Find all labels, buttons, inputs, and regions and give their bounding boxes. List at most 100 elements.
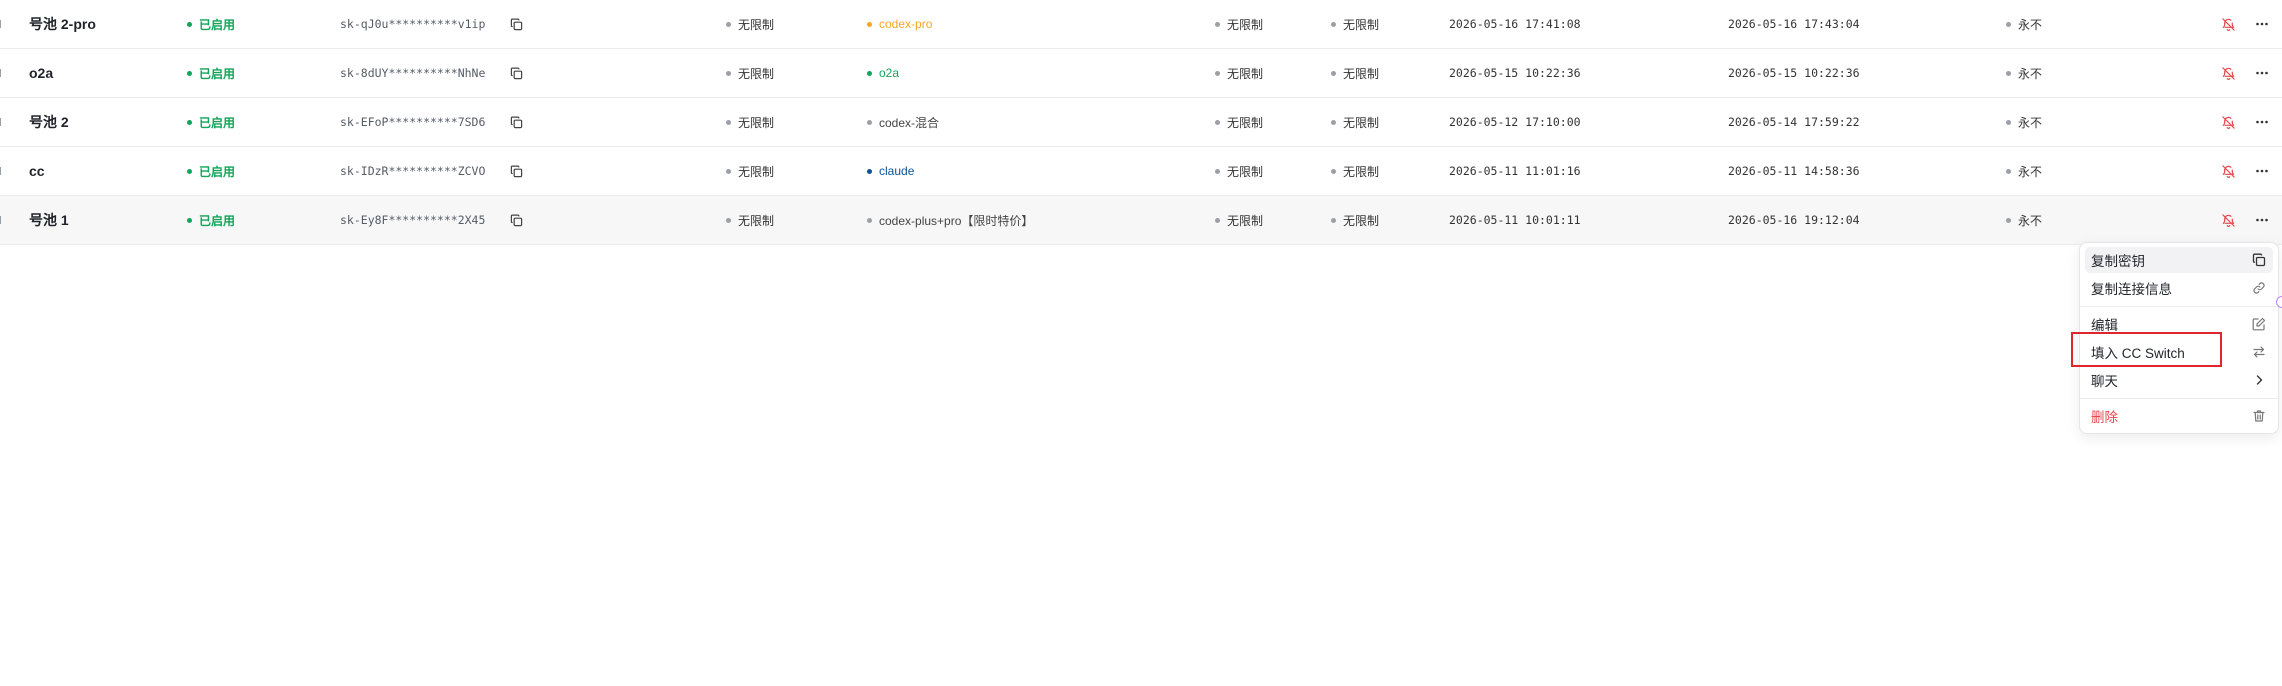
status-dot: [187, 70, 192, 76]
bell-off-icon[interactable]: [2219, 49, 2237, 97]
swap-icon: [2251, 344, 2267, 360]
group-label: codex-混合: [879, 115, 940, 130]
bell-off-icon[interactable]: [2219, 98, 2237, 146]
group-dot: [867, 119, 872, 125]
limit-a-value: 无限制: [1215, 0, 1263, 48]
menu-item-copy-key[interactable]: 复制密钥: [2085, 247, 2273, 273]
status-badge: 已启用: [187, 196, 235, 244]
quota-value: 无限制: [726, 147, 774, 195]
limit-b-dot: [1331, 70, 1336, 76]
limit-b-dot: [1331, 119, 1336, 125]
menu-item-edit[interactable]: 编辑: [2085, 311, 2273, 337]
last-used-time: 2026-05-15 10:22:36: [1728, 66, 1860, 80]
table-row[interactable]: o2a 已启用 sk-8dUY**********NhNe 无限制 o2a 无限…: [0, 49, 2282, 98]
status-dot: [187, 168, 192, 174]
expires-dot: [2006, 119, 2011, 125]
group-dot: [867, 70, 872, 76]
expires-dot: [2006, 70, 2011, 76]
status-badge: 已启用: [187, 0, 235, 48]
quota-dot: [726, 119, 731, 125]
quota-dot: [726, 168, 731, 174]
limit-a-dot: [1215, 217, 1220, 223]
key-name: 号池 2-pro: [29, 16, 96, 32]
copy-icon[interactable]: [507, 196, 525, 244]
created-time: 2026-05-11 10:01:11: [1449, 213, 1581, 227]
limit-a-label: 无限制: [1227, 17, 1264, 32]
expires-value: 永不: [2006, 196, 2042, 244]
edit-icon: [2251, 316, 2267, 332]
group-tag: codex-混合: [867, 98, 939, 146]
bell-off-icon[interactable]: [2219, 147, 2237, 195]
expires-label: 永不: [2018, 164, 2043, 179]
row-actions-menu: 复制密钥 复制连接信息 编辑 填入 CC Switch 聊天 删除: [2079, 242, 2279, 434]
copy-icon[interactable]: [507, 98, 525, 146]
copy-icon: [2251, 252, 2267, 268]
status-dot: [187, 217, 192, 223]
status-label: 已启用: [199, 164, 236, 179]
limit-a-label: 无限制: [1227, 66, 1264, 81]
status-label: 已启用: [199, 115, 236, 130]
expires-value: 永不: [2006, 0, 2042, 48]
table-row[interactable]: 号池 2-pro 已启用 sk-qJ0u**********v1ip 无限制 c…: [0, 0, 2282, 49]
more-horizontal-icon[interactable]: [2253, 98, 2271, 146]
bell-off-icon[interactable]: [2219, 0, 2237, 48]
group-dot: [867, 168, 872, 174]
menu-divider: [2080, 398, 2278, 399]
expires-value: 永不: [2006, 147, 2042, 195]
group-label: codex-pro: [879, 17, 933, 31]
api-key-masked: sk-IDzR**********ZCVO: [340, 164, 486, 178]
more-horizontal-icon[interactable]: [2253, 0, 2271, 48]
more-horizontal-icon[interactable]: [2253, 196, 2271, 244]
quota-dot: [726, 70, 731, 76]
limit-b-label: 无限制: [1343, 213, 1380, 228]
copy-icon[interactable]: [507, 49, 525, 97]
expires-dot: [2006, 168, 2011, 174]
more-horizontal-icon[interactable]: [2253, 49, 2271, 97]
copy-icon[interactable]: [507, 147, 525, 195]
limit-a-value: 无限制: [1215, 196, 1263, 244]
table-row[interactable]: 号池 2 已启用 sk-EFoP**********7SD6 无限制 codex…: [0, 98, 2282, 147]
link-icon: [2251, 280, 2267, 296]
expires-label: 永不: [2018, 66, 2043, 81]
key-name: 号池 2: [29, 114, 69, 130]
menu-item-chat[interactable]: 聊天: [2085, 367, 2273, 393]
more-horizontal-icon[interactable]: [2253, 147, 2271, 195]
menu-item-label: 删除: [2091, 410, 2118, 425]
quota-value: 无限制: [726, 0, 774, 48]
limit-a-dot: [1215, 168, 1220, 174]
last-used-time: 2026-05-16 19:12:04: [1728, 213, 1860, 227]
table-row[interactable]: 号池 1 已启用 sk-Ey8F**********2X45 无限制 codex…: [0, 196, 2282, 245]
menu-divider: [2080, 306, 2278, 307]
bell-off-icon[interactable]: [2219, 196, 2237, 244]
copy-icon[interactable]: [507, 0, 525, 48]
trash-icon: [2251, 408, 2267, 424]
row-edge-marker: [0, 216, 4, 224]
created-time: 2026-05-16 17:41:08: [1449, 17, 1581, 31]
limit-b-value: 无限制: [1331, 49, 1379, 97]
table-row[interactable]: cc 已启用 sk-IDzR**********ZCVO 无限制 claude …: [0, 147, 2282, 196]
limit-b-value: 无限制: [1331, 0, 1379, 48]
group-tag: codex-plus+pro【限时特价】: [867, 196, 1033, 244]
limit-a-label: 无限制: [1227, 213, 1264, 228]
menu-item-fill-cc-switch[interactable]: 填入 CC Switch: [2085, 339, 2273, 365]
status-dot: [187, 119, 192, 125]
menu-item-copy-connection[interactable]: 复制连接信息: [2085, 275, 2273, 301]
group-tag: claude: [867, 147, 914, 195]
group-tag: codex-pro: [867, 0, 932, 48]
api-key-masked: sk-Ey8F**********2X45: [340, 213, 486, 227]
limit-a-dot: [1215, 70, 1220, 76]
limit-b-value: 无限制: [1331, 147, 1379, 195]
quota-dot: [726, 21, 731, 27]
limit-b-dot: [1331, 168, 1336, 174]
expires-dot: [2006, 217, 2011, 223]
expires-dot: [2006, 21, 2011, 27]
group-dot: [867, 21, 872, 27]
row-edge-marker: [0, 20, 4, 28]
api-key-masked: sk-qJ0u**********v1ip: [340, 17, 486, 31]
key-name: 号池 1: [29, 212, 69, 228]
quota-label: 无限制: [738, 17, 775, 32]
status-badge: 已启用: [187, 147, 235, 195]
row-edge-marker: [0, 118, 4, 126]
limit-a-label: 无限制: [1227, 115, 1264, 130]
menu-item-delete[interactable]: 删除: [2085, 403, 2273, 429]
